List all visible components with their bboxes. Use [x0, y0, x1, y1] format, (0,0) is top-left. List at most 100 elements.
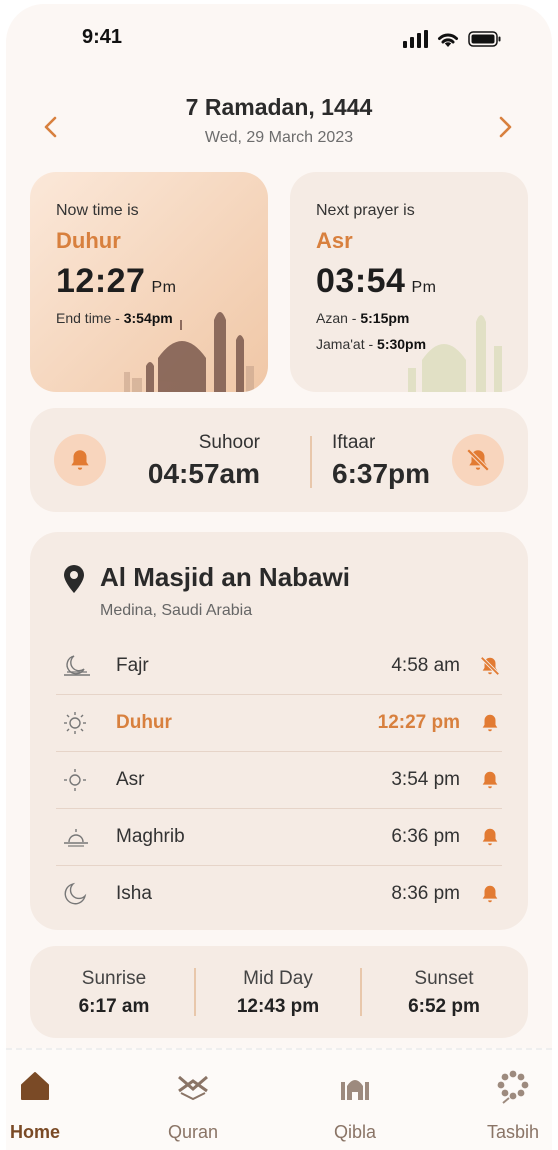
mosque-silhouette-icon [124, 312, 254, 392]
prayer-row-isha[interactable]: Isha 8:36 pm [56, 866, 502, 922]
now-label: Now time is [56, 202, 139, 219]
prayer-row-fajr[interactable]: Fajr 4:58 am [56, 638, 502, 695]
iftaar-block: Iftaar 6:37pm [332, 432, 452, 490]
prayer-time: 6:36 pm [391, 826, 460, 847]
prayer-name: Isha [116, 883, 152, 904]
status-bar: 9:41 [6, 26, 552, 56]
duhur-alarm-toggle[interactable] [478, 712, 502, 734]
bell-off-icon [466, 448, 490, 472]
iftaar-alarm-toggle[interactable] [452, 434, 504, 486]
suhoor-block: Suhoor 04:57am [140, 432, 260, 490]
battery-icon [468, 31, 501, 47]
prayer-row-asr[interactable]: Asr 3:54 pm [56, 752, 502, 809]
suhoor-time: 04:57am [147, 458, 260, 489]
tab-qibla[interactable]: Qibla [300, 1066, 410, 1143]
azan-label: Azan - [316, 310, 361, 326]
quran-icon [178, 1075, 208, 1101]
tab-label: Home [9, 1122, 60, 1142]
wifi-icon [438, 33, 458, 47]
masjid-name: Al Masjid an Nabawi [100, 562, 350, 592]
suhoor-label: Suhoor [198, 432, 260, 453]
bell-icon [71, 450, 89, 470]
tab-label: Qibla [333, 1122, 377, 1142]
current-prayer-name: Duhur [56, 228, 121, 253]
tab-home[interactable]: Home [6, 1066, 90, 1143]
bell-icon [482, 885, 498, 903]
tab-tasbih[interactable]: Tasbih [458, 1066, 552, 1143]
sun-time: 12:43 pm [236, 996, 320, 1017]
app-screen: 9:41 7 Ramadan, 1444 Wed, 29 March 2023 … [6, 4, 552, 1150]
hijri-date: 7 Ramadan, 1444 [185, 94, 373, 120]
bell-icon [482, 828, 498, 846]
prayer-name: Maghrib [116, 826, 185, 847]
current-prayer-time: 12:27 Pm [56, 262, 176, 301]
asr-alarm-toggle[interactable] [478, 769, 502, 791]
jamaat-label: Jama'at - [316, 336, 378, 352]
masjid-prayer-times-card: Al Masjid an Nabawi Medina, Saudi Arabia… [30, 532, 528, 930]
divider [310, 436, 312, 488]
prayer-name: Asr [116, 769, 145, 790]
next-prayer-time: 03:54 Pm [316, 262, 436, 301]
next-time-value: 03:54 [316, 262, 406, 300]
bell-icon [482, 714, 498, 732]
azan-row: Azan - 5:15pm [316, 310, 409, 326]
masjid-location: Medina, Saudi Arabia [100, 602, 253, 619]
sun-time: 6:17 am [78, 996, 150, 1017]
divider [194, 968, 196, 1016]
current-time-value: 12:27 [56, 262, 146, 300]
midday-block: Mid Day 12:43 pm [198, 968, 358, 1018]
current-prayer-card[interactable]: Now time is Duhur 12:27 Pm End time - 3:5… [30, 172, 268, 392]
fajr-alarm-toggle[interactable] [478, 655, 502, 677]
bell-icon [482, 771, 498, 789]
iftaar-label: Iftaar [332, 432, 376, 453]
sun-times-card: Sunrise 6:17 am Mid Day 12:43 pm Sunset … [30, 946, 528, 1038]
bottom-tab-bar: Home Quran Qibla Tasbih [6, 1048, 552, 1150]
next-prayer-name: Asr [316, 228, 353, 253]
location-pin-icon [64, 565, 84, 593]
prayer-time: 12:27 pm [377, 712, 460, 733]
prayer-time: 3:54 pm [391, 769, 460, 790]
fajr-icon [62, 654, 102, 678]
moon-icon [62, 881, 102, 907]
fasting-times-card: Suhoor 04:57am Iftaar 6:37pm [30, 408, 528, 512]
sunrise-block: Sunrise 6:17 am [34, 968, 194, 1018]
maghrib-alarm-toggle[interactable] [478, 826, 502, 848]
next-prayer-card[interactable]: Next prayer is Asr 03:54 Pm Azan - 5:15pm… [290, 172, 528, 392]
afternoon-sun-icon [62, 767, 102, 793]
prayer-row-duhur[interactable]: Duhur 12:27 pm [56, 695, 502, 752]
tab-label: Tasbih [486, 1122, 540, 1142]
next-time-ampm: Pm [411, 279, 437, 296]
sun-label: Mid Day [243, 968, 313, 989]
current-time-ampm: Pm [151, 279, 177, 296]
tab-quran[interactable]: Quran [138, 1066, 248, 1143]
iftaar-time: 6:37pm [332, 458, 431, 489]
qibla-icon [341, 1080, 369, 1100]
home-icon [21, 1072, 49, 1100]
sun-label: Sunrise [81, 968, 147, 989]
prayer-name: Fajr [116, 655, 149, 676]
date-header: 7 Ramadan, 1444 Wed, 29 March 2023 [6, 94, 552, 147]
bell-off-icon [480, 656, 500, 676]
isha-alarm-toggle[interactable] [478, 883, 502, 905]
prayer-time: 8:36 pm [391, 883, 460, 904]
sun-icon [62, 710, 102, 736]
prayer-time: 4:58 am [391, 655, 460, 676]
gregorian-date: Wed, 29 March 2023 [204, 129, 354, 146]
tasbih-icon [497, 1070, 529, 1104]
signal-icon [403, 30, 428, 48]
next-day-button[interactable] [490, 112, 520, 142]
sunset-block: Sunset 6:52 pm [364, 968, 524, 1018]
sunset-icon [62, 825, 102, 849]
next-label: Next prayer is [316, 202, 415, 219]
prayer-row-maghrib[interactable]: Maghrib 6:36 pm [56, 809, 502, 866]
divider [360, 968, 362, 1016]
suhoor-alarm-toggle[interactable] [54, 434, 106, 486]
mosque-silhouette-icon [408, 315, 502, 392]
status-icons [402, 30, 502, 48]
status-time: 9:41 [82, 26, 123, 48]
end-time-label: End time - [56, 310, 124, 326]
sun-time: 6:52 pm [408, 996, 480, 1017]
tab-label: Quran [167, 1122, 219, 1142]
prayer-name: Duhur [116, 712, 172, 733]
sun-label: Sunset [414, 968, 474, 989]
